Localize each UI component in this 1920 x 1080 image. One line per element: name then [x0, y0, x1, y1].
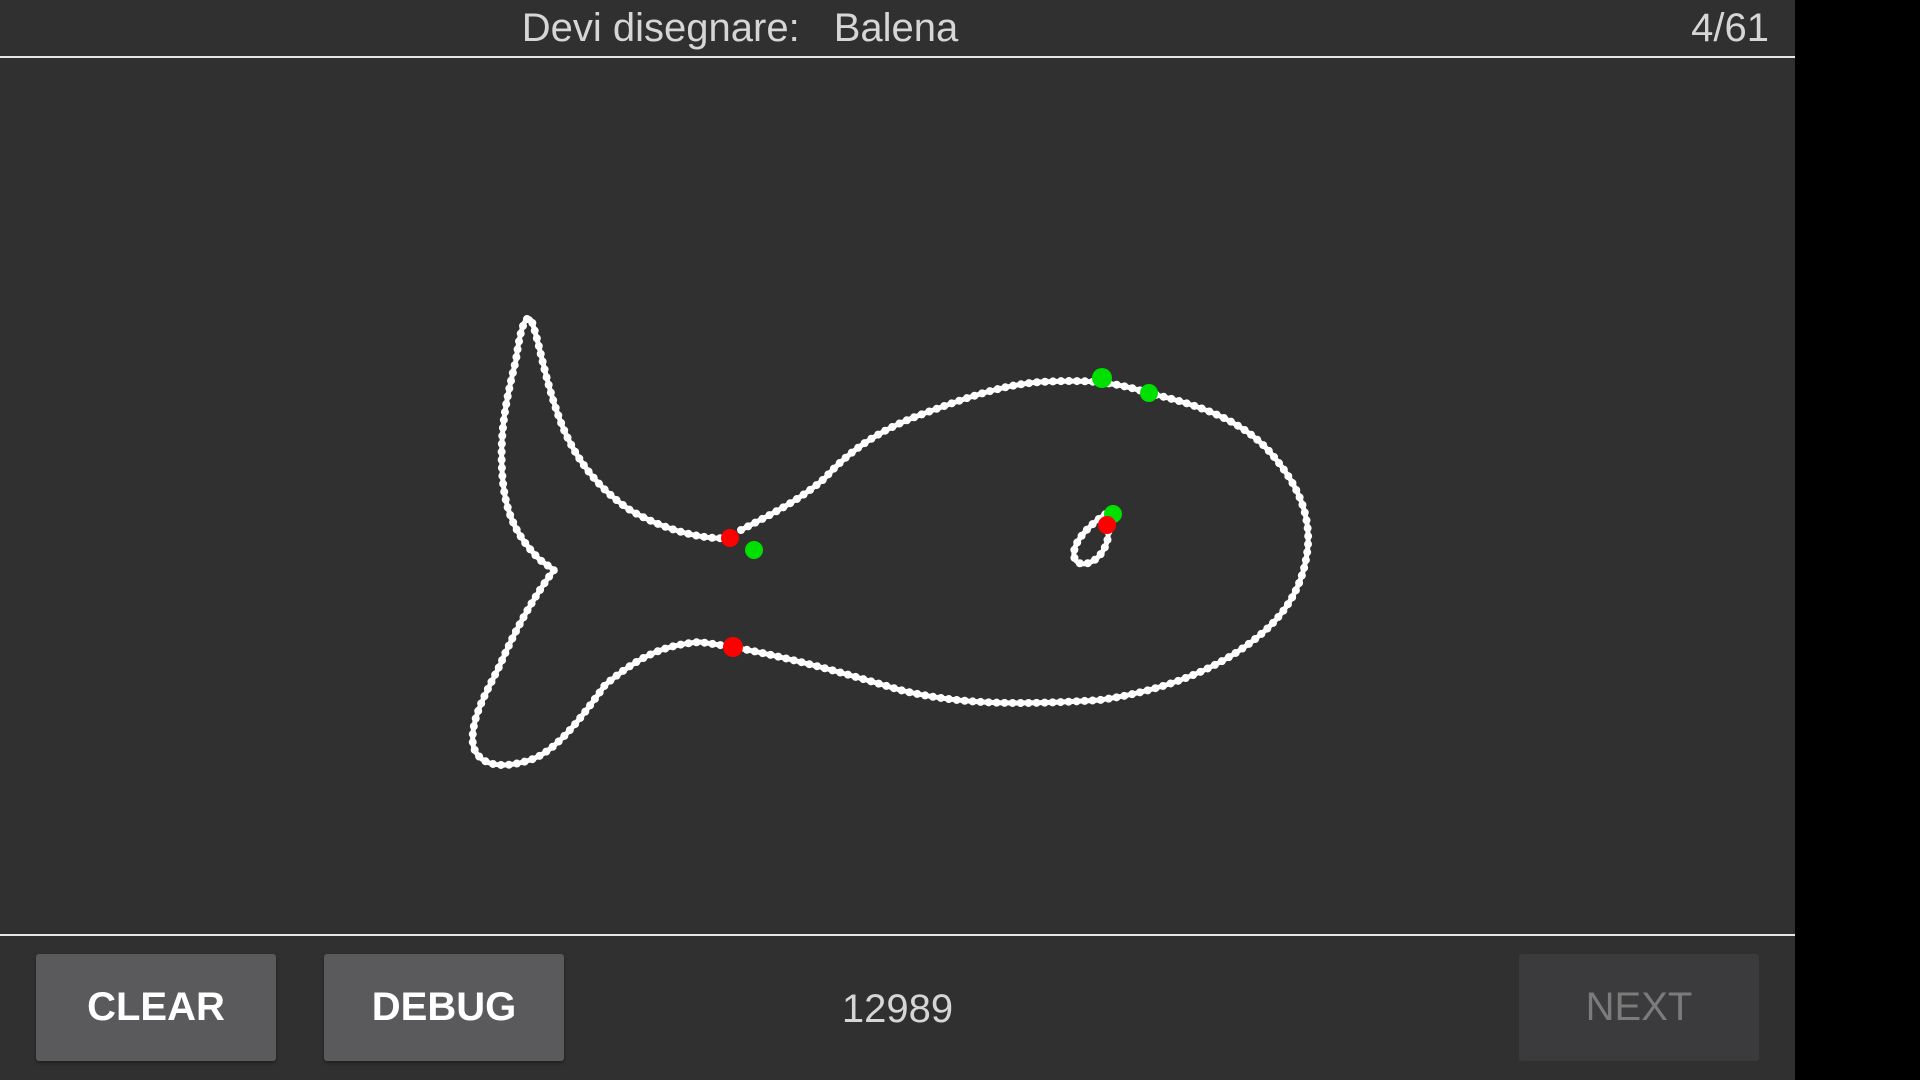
whale-tail-stroke-dots: [468, 314, 737, 769]
whale-head-stroke: [730, 390, 1311, 706]
next-button[interactable]: NEXT: [1519, 954, 1759, 1061]
stroke-end-marker: [723, 637, 743, 657]
footer-bar: CLEAR DEBUG 12989 NEXT: [0, 935, 1795, 1080]
stroke-end-marker: [721, 529, 739, 547]
app-window: Devi disegnare: Balena 4/61 CLEAR DEBUG 1…: [0, 0, 1795, 1080]
whale-back-stroke-dots: [737, 377, 1152, 534]
stroke-start-marker: [1092, 368, 1112, 388]
stroke-end-marker: [1098, 516, 1116, 534]
score-value: 12989: [841, 987, 954, 1031]
system-bar: [1795, 0, 1920, 1080]
whale-head-stroke-dots: [729, 389, 1313, 707]
stroke-start-marker: [1140, 384, 1158, 402]
debug-button[interactable]: DEBUG: [324, 954, 564, 1061]
drawing-canvas[interactable]: [0, 58, 1795, 934]
clear-button[interactable]: CLEAR: [36, 954, 276, 1061]
whale-drawing: [468, 314, 1313, 769]
stroke-start-marker: [745, 541, 763, 559]
